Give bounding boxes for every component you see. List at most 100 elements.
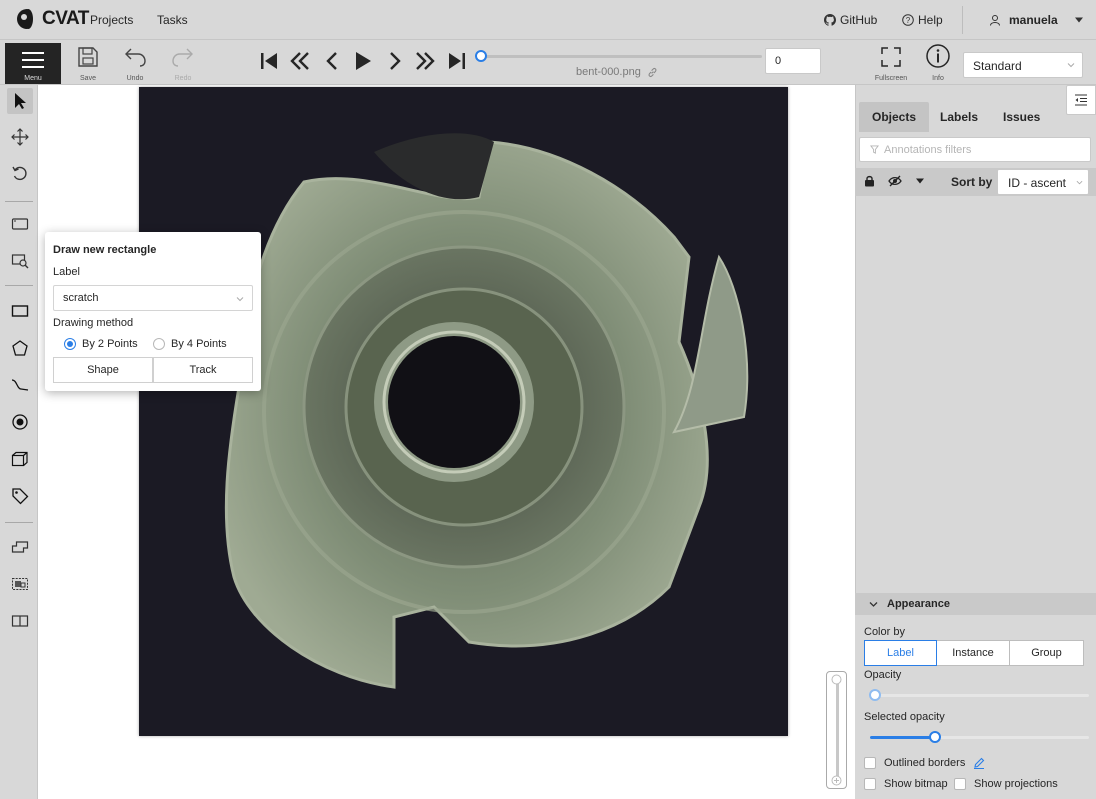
chevron-down-icon: [236, 297, 244, 302]
radio-unchecked: [153, 338, 165, 350]
draw-shape-button[interactable]: Shape: [53, 357, 153, 383]
draw-cuboid-tool[interactable]: [9, 448, 31, 470]
redo-label: Redo: [174, 75, 192, 82]
menu-button[interactable]: Menu: [5, 43, 61, 84]
info-label: Info: [932, 75, 944, 82]
merge-shapes-tool[interactable]: [9, 536, 31, 558]
sort-by-label: Sort by: [951, 175, 993, 189]
menu-label: Menu: [24, 75, 42, 82]
frame-number-input[interactable]: 0: [765, 48, 821, 74]
zoom-slider[interactable]: [826, 671, 847, 789]
sidebar-divider: [5, 201, 33, 202]
cursor-tool[interactable]: [7, 88, 33, 114]
polyline-icon: [11, 379, 29, 391]
first-frame-icon[interactable]: [258, 50, 280, 72]
fast-backward-icon[interactable]: [289, 50, 311, 72]
zoom-top-handle[interactable]: [831, 674, 842, 685]
selected-opacity-label: Selected opacity: [864, 711, 945, 723]
sidebar-collapse-button[interactable]: [1066, 85, 1096, 115]
zoom-in-icon[interactable]: [831, 775, 842, 786]
header-divider: [962, 6, 963, 34]
fast-forward-icon[interactable]: [414, 50, 436, 72]
annotation-image[interactable]: [139, 87, 788, 736]
nav-projects[interactable]: Projects: [90, 13, 133, 27]
points-icon: [12, 414, 28, 430]
eye-invisible-icon[interactable]: [888, 175, 902, 187]
github-link[interactable]: GitHub: [824, 13, 877, 27]
save-button[interactable]: Save: [70, 46, 106, 84]
fullscreen-label: Fullscreen: [874, 75, 908, 82]
workspace-value: Standard: [973, 59, 1022, 73]
previous-frame-icon[interactable]: [321, 50, 343, 72]
workspace-select[interactable]: Standard: [963, 52, 1083, 78]
chevron-down-icon: [869, 602, 878, 607]
undo-button[interactable]: Undo: [117, 46, 153, 84]
logo-text: CVAT: [42, 8, 89, 29]
color-by-instance-button[interactable]: Instance: [936, 640, 1010, 666]
question-circle-icon: ?: [902, 14, 914, 26]
appearance-header[interactable]: Appearance: [855, 593, 1096, 615]
draw-track-button[interactable]: Track: [153, 357, 253, 383]
cvat-logo-icon: [17, 9, 33, 29]
cvat-logo[interactable]: CVAT: [15, 8, 89, 30]
menu-fold-icon: [1075, 94, 1087, 106]
color-by-label-button[interactable]: Label: [864, 640, 937, 666]
last-frame-icon[interactable]: [446, 50, 468, 72]
outlined-borders-checkbox[interactable]: Outlined borders: [864, 757, 985, 769]
method-4-points-label: By 4 Points: [171, 338, 227, 350]
frame-slider[interactable]: [480, 55, 762, 58]
move-tool[interactable]: [9, 126, 31, 148]
save-icon: [78, 47, 98, 67]
opacity-slider[interactable]: [870, 694, 1089, 697]
frame-filename: bent-000.png: [576, 66, 658, 78]
info-icon: [926, 44, 950, 68]
draw-polygon-tool[interactable]: [9, 337, 31, 359]
label-select[interactable]: scratch: [53, 285, 253, 311]
frame-slider-handle[interactable]: [475, 50, 487, 62]
tab-issues[interactable]: Issues: [990, 102, 1053, 132]
method-4-points-radio[interactable]: By 4 Points: [153, 338, 227, 350]
draw-polyline-tool[interactable]: [9, 374, 31, 396]
color-by-group-button[interactable]: Group: [1009, 640, 1084, 666]
lock-icon[interactable]: [864, 175, 875, 187]
play-icon[interactable]: [352, 50, 374, 72]
opacity-slider-handle[interactable]: [869, 689, 881, 701]
next-frame-icon[interactable]: [384, 50, 406, 72]
setup-tag-tool[interactable]: [9, 485, 31, 507]
draw-rectangle-tool[interactable]: [9, 300, 31, 322]
user-menu[interactable]: manuela: [989, 13, 1084, 27]
edit-pencil-icon[interactable]: [973, 757, 985, 769]
fullscreen-button[interactable]: Fullscreen: [873, 46, 909, 84]
caret-down-icon[interactable]: [915, 177, 925, 185]
split-icon: [11, 615, 29, 627]
show-bitmap-checkbox[interactable]: Show bitmap: [864, 778, 948, 790]
top-header: CVAT Projects Tasks GitHub ? Help manuel…: [0, 0, 1096, 40]
selected-opacity-slider-handle[interactable]: [929, 731, 941, 743]
split-track-tool[interactable]: [9, 610, 31, 632]
help-link[interactable]: ? Help: [902, 13, 943, 27]
color-by-label: Color by: [864, 626, 905, 638]
show-projections-checkbox[interactable]: Show projections: [954, 778, 1058, 790]
cursor-icon: [15, 93, 26, 109]
fullscreen-icon: [881, 47, 901, 67]
redo-button[interactable]: Redo: [165, 46, 201, 84]
info-button[interactable]: Info: [920, 44, 956, 84]
rotate-tool[interactable]: [9, 163, 31, 185]
link-icon[interactable]: [647, 67, 658, 78]
zoom-region-tool[interactable]: [9, 250, 31, 272]
filter-icon: [870, 145, 879, 154]
polygon-icon: [12, 340, 28, 356]
draw-points-tool[interactable]: [9, 411, 31, 433]
sort-select[interactable]: ID - ascent: [997, 169, 1089, 195]
user-icon: [990, 15, 1000, 26]
cuboid-icon: [11, 451, 28, 467]
fit-image-tool[interactable]: [9, 213, 31, 235]
nav-tasks[interactable]: Tasks: [157, 13, 188, 27]
annotations-filter-input[interactable]: Annotations filters: [859, 137, 1091, 162]
tab-objects[interactable]: Objects: [859, 102, 930, 132]
redo-icon: [172, 48, 193, 67]
tab-labels[interactable]: Labels: [927, 102, 991, 132]
method-2-points-radio[interactable]: By 2 Points: [64, 338, 138, 350]
group-shapes-tool[interactable]: [9, 573, 31, 595]
help-label: Help: [918, 13, 943, 27]
